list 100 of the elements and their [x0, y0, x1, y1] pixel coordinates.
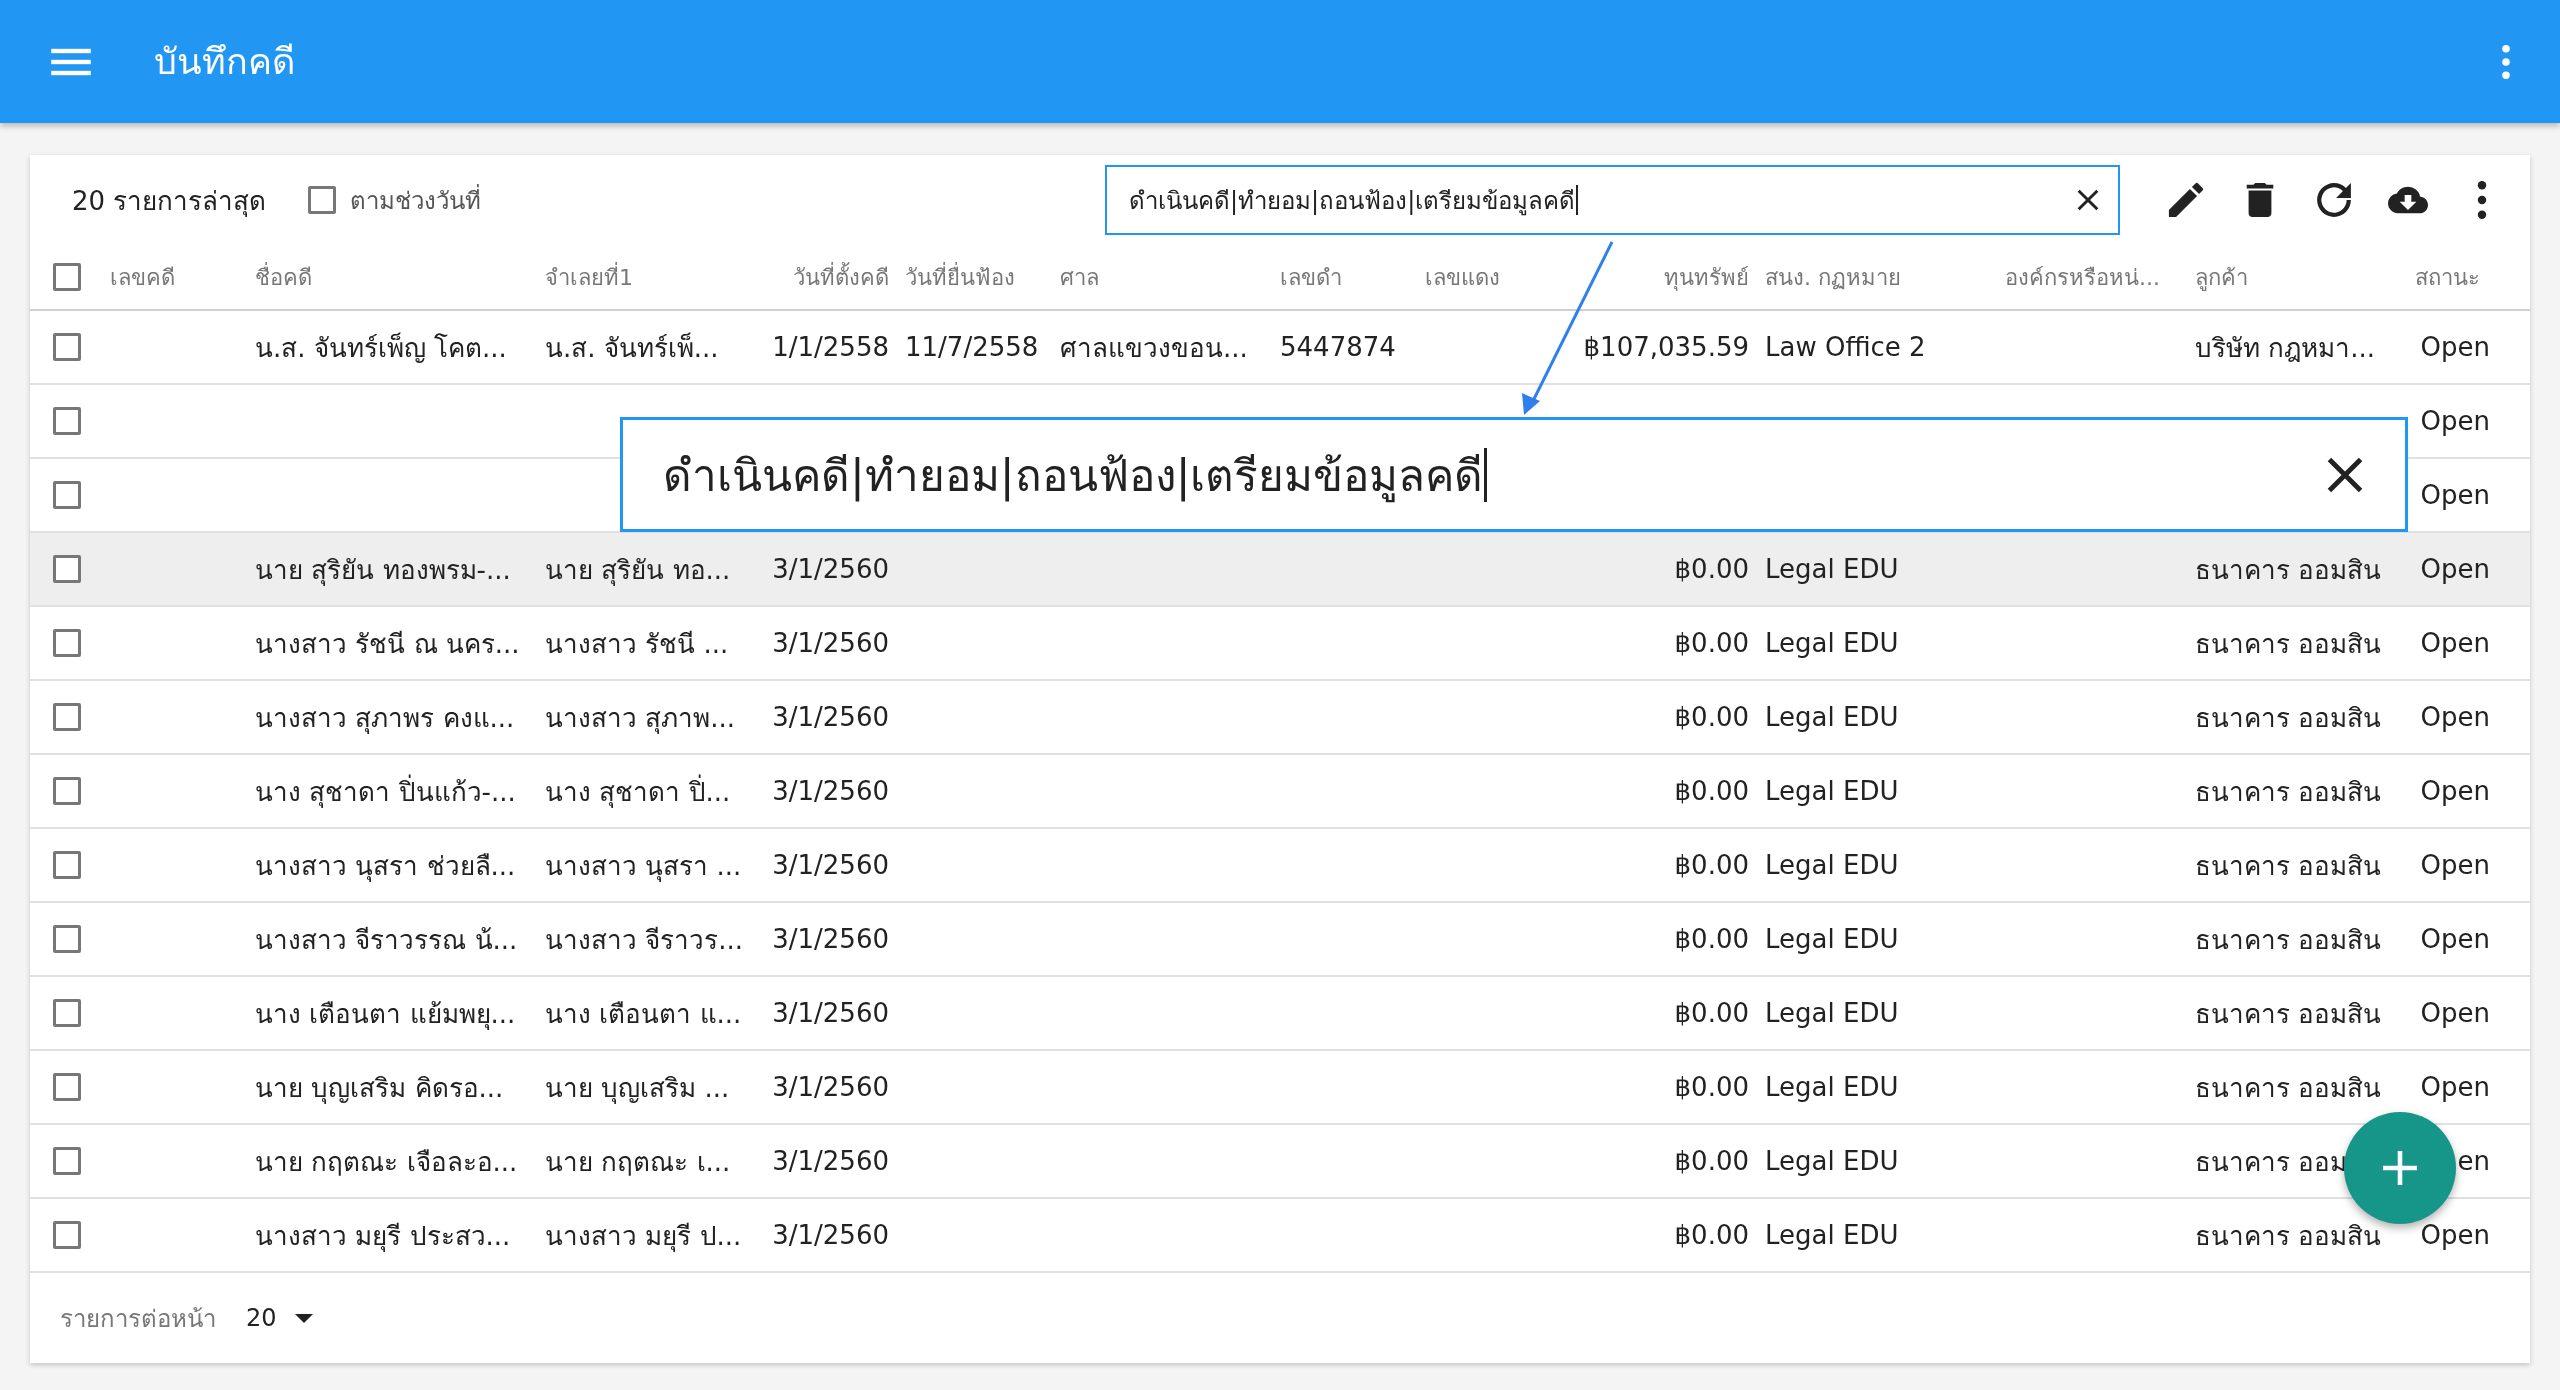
table-cell-text: ธนาคาร ออมสิน [2195, 923, 2382, 957]
table-cell: 11/7/2558 [905, 332, 1039, 362]
table-cell: 3/1/2560 [772, 776, 889, 806]
table-cell: Law Office 2 [1765, 332, 1926, 362]
table-cell: Legal EDU [1765, 998, 1899, 1028]
table-cell-text: นางสาว มยุรี ประสว... [255, 1219, 511, 1254]
row-checkbox[interactable] [53, 629, 81, 657]
table-cell-text: นางสาว นุสรา ... [545, 849, 742, 884]
row-checkbox[interactable] [53, 703, 81, 731]
table-cell-text: ธนาคาร ออมสิน [2195, 701, 2382, 735]
table-cell-text: นางสาว จีราวร... [545, 923, 744, 957]
table-cell: 5447874 [1280, 332, 1396, 362]
table-cell: Legal EDU [1765, 1220, 1899, 1250]
add-button[interactable] [2344, 1112, 2456, 1224]
table-cell-text: บริษัท กฎหมา... [2195, 331, 2376, 365]
row-checkbox[interactable] [53, 407, 81, 435]
row-checkbox[interactable] [53, 925, 81, 953]
table-cell: Legal EDU [1765, 850, 1899, 880]
date-range-checkbox[interactable] [308, 186, 337, 214]
table-cell: Open [2420, 776, 2490, 806]
table-cell: Open [2420, 1220, 2490, 1250]
table-cell-text: นาย บุญเสริม ... [545, 1071, 730, 1106]
column-header[interactable]: ศาล [1060, 259, 1099, 295]
column-header[interactable]: ชื่อคดี [255, 259, 312, 295]
table-cell: 3/1/2560 [772, 702, 889, 732]
row-checkbox[interactable] [53, 1221, 81, 1249]
table-cell: Legal EDU [1765, 628, 1899, 658]
column-header[interactable]: ทุนทรัพย์ [1664, 259, 1749, 295]
table-cell: 3/1/2560 [772, 1072, 889, 1102]
row-checkbox[interactable] [53, 851, 81, 879]
table-cell: ฿0.00 [1674, 924, 1749, 954]
refresh-icon [2314, 181, 2354, 219]
table-cell: 3/1/2560 [772, 998, 889, 1028]
column-header[interactable]: วันที่ยื่นฟ้อง [905, 259, 1015, 295]
table-cell: Open [2420, 998, 2490, 1028]
table-cell-text: นาย สุริยัน ทอ... [545, 553, 731, 588]
table-cell: Legal EDU [1765, 554, 1899, 584]
close-icon [2076, 188, 2100, 212]
column-header[interactable]: เลขแดง [1425, 259, 1500, 295]
table-cell-text: ศาลแขวงขอน... [1060, 331, 1248, 365]
column-header[interactable]: ลูกค้า [2195, 259, 2248, 295]
clear-search-button[interactable] [2076, 188, 2100, 212]
table-cell: Open [2420, 924, 2490, 954]
table-cell: Legal EDU [1765, 924, 1899, 954]
column-header[interactable]: สนง. กฏหมาย [1765, 259, 1901, 295]
column-header[interactable]: จำเลยที่1 [545, 259, 633, 295]
hovered-row[interactable]: นาย สุริยัน ทองพรม-... นาย สุริยัน ทอ... 3/1/2560 ฿0.00 Legal EDU ธนาคาร ออมสิน Open [30, 533, 2530, 607]
table-cell-text: ธนาคาร ออมสิน [2195, 1071, 2382, 1105]
table-cell: Open [2420, 480, 2490, 510]
table-cell-text: ธนาคาร ออมสิน [2195, 1219, 2382, 1253]
table-cell-text: นาง เตือนตา แ... [545, 997, 742, 1031]
table-cell: 3/1/2560 [772, 850, 889, 880]
table-cell: 3/1/2560 [772, 924, 889, 954]
table-cell: ฿0.00 [1674, 776, 1749, 806]
row-checkbox[interactable] [53, 777, 81, 805]
table-cell: 3/1/2560 [772, 628, 889, 658]
table-cell-text: ธนาคาร ออม [2195, 1145, 2348, 1179]
recent-count-label: 20 รายการล่าสุด [72, 184, 267, 219]
table-cell: ฿0.00 [1674, 1146, 1749, 1176]
table-cell: 3/1/2560 [772, 1146, 889, 1176]
table-cell-text: ธนาคาร ออมสิน [2195, 849, 2382, 883]
select-all-checkbox[interactable] [53, 263, 81, 291]
row-checkbox[interactable] [53, 1147, 81, 1175]
rows-per-page-dropdown[interactable]: 20 [246, 1304, 313, 1332]
table-cell: ฿0.00 [1674, 998, 1749, 1028]
table-cell-text: นางสาว สุภาพ... [545, 701, 736, 736]
table-cell: Legal EDU [1765, 1072, 1899, 1102]
caret-icon [294, 1313, 313, 1323]
table-cell: Open [2420, 406, 2490, 436]
table-cell: Legal EDU [1765, 702, 1899, 732]
table-cell: Legal EDU [1765, 776, 1899, 806]
table-cell-text: นาง สุชาดา ปิ่... [545, 773, 731, 810]
table-cell: Open [2420, 850, 2490, 880]
column-header[interactable]: เลขดำ [1280, 259, 1342, 295]
more-icon [2502, 44, 2510, 79]
row-checkbox[interactable] [53, 999, 81, 1027]
row-checkbox[interactable] [53, 1073, 81, 1101]
more-icon [2477, 181, 2487, 219]
column-header[interactable]: องค์กรหรือหน่... [2005, 259, 2160, 295]
column-header[interactable]: เลขคดี [110, 259, 175, 295]
table-cell: ฿0.00 [1674, 850, 1749, 880]
row-checkbox[interactable] [53, 481, 81, 509]
table-cell-text: นางสาว สุภาพร คงแ... [255, 701, 515, 736]
column-header[interactable]: สถานะ [2415, 259, 2480, 295]
table-cell-text: ธนาคาร ออมสิน [2195, 627, 2382, 661]
plus-icon [2383, 1151, 2417, 1185]
row-checkbox[interactable] [53, 333, 81, 361]
table-cell: Open [2420, 702, 2490, 732]
table-cell: 3/1/2560 [772, 554, 889, 584]
app-title: บันทึกคดี [154, 40, 296, 84]
row-checkbox[interactable] [53, 555, 81, 583]
table-cell-text: นาย บุญเสริม คิดรอ... [255, 1071, 504, 1106]
table-cell: ฿107,035.59 [1583, 332, 1749, 362]
table-cell-text: นางสาว จีราวรรณ น้... [255, 923, 518, 957]
table-cell: Open [2420, 1072, 2490, 1102]
search-field[interactable]: ดำเนินคดี|ทำยอม|ถอนฟ้อง|เตรียมข้อมูลคดี [1105, 165, 2120, 235]
table-cell: ฿0.00 [1674, 554, 1749, 584]
table-cell: ฿0.00 [1674, 702, 1749, 732]
table-cell-text: นาย สุริยัน ทองพรม-... [255, 553, 511, 588]
column-header[interactable]: วันที่ตั้งคดี [793, 259, 889, 295]
